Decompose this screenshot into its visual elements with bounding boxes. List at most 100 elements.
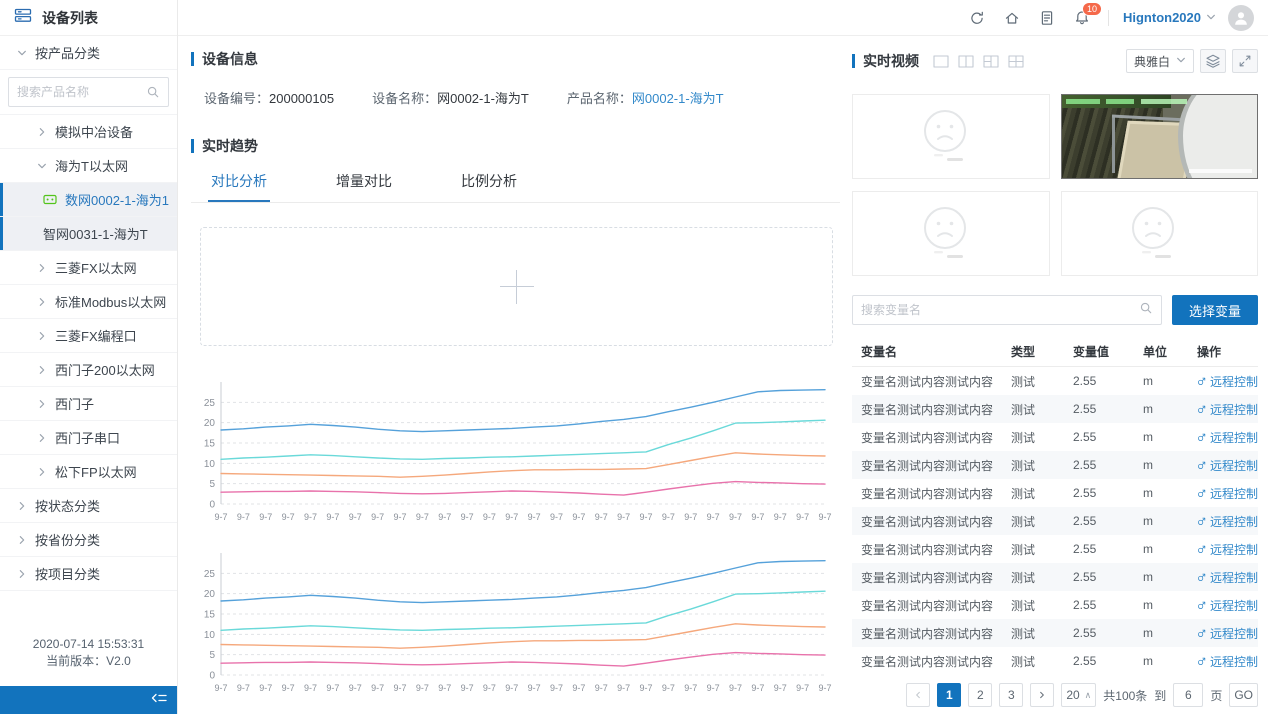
sidebar-item-海为T以太网[interactable]: 海为T以太网 <box>0 149 177 183</box>
sidebar-item-模拟中冶设备[interactable]: 模拟中冶设备 <box>0 115 177 149</box>
page-size-select[interactable]: 20∧ <box>1061 683 1096 707</box>
remote-control-link[interactable]: 远程控制 <box>1188 457 1258 474</box>
pagination-page-1[interactable]: 1 <box>937 683 961 707</box>
svg-text:9-7: 9-7 <box>282 512 295 522</box>
remote-control-icon <box>1197 571 1206 584</box>
sidebar-item-按状态分类[interactable]: 按状态分类 <box>0 489 177 523</box>
tab-增量对比[interactable]: 增量对比 <box>333 160 395 202</box>
remote-control-link[interactable]: 远程控制 <box>1188 373 1258 390</box>
trends-section-title: 实时趋势 <box>191 136 840 156</box>
svg-text:25: 25 <box>204 569 216 580</box>
remote-control-link[interactable]: 远程控制 <box>1188 485 1258 502</box>
video-slot-4[interactable] <box>1061 191 1259 276</box>
trend-chart-2: 05101520259-79-79-79-79-79-79-79-79-79-7… <box>191 547 840 704</box>
trend-chart-1: 05101520259-79-79-79-79-79-79-79-79-79-7… <box>191 376 840 533</box>
sidebar-item-按项目分类[interactable]: 按项目分类 <box>0 557 177 591</box>
device-list-icon <box>14 8 32 28</box>
product-search-input[interactable] <box>17 85 146 99</box>
variable-table: 变量名类型变量值单位操作变量名测试内容测试内容测试2.55m远程控制变量名测试内… <box>852 337 1258 675</box>
field-label: 设备名称： <box>372 91 437 106</box>
variable-search-input[interactable] <box>861 303 1139 317</box>
remote-control-link[interactable]: 远程控制 <box>1188 541 1258 558</box>
sidebar-item-label: 智网0031-1-海为T <box>43 224 148 243</box>
chevron-right-icon <box>37 365 47 375</box>
chevron-down-icon <box>1176 54 1186 68</box>
camera-osd-top-decor <box>1066 99 1187 104</box>
chevron-down-icon <box>1206 9 1216 27</box>
table-row: 变量名测试内容测试内容测试2.55m远程控制 <box>852 647 1258 675</box>
sidebar-item-按省份分类[interactable]: 按省份分类 <box>0 523 177 557</box>
sad-face-icon <box>909 108 993 166</box>
svg-text:9-7: 9-7 <box>774 512 787 522</box>
video-slot-1[interactable] <box>852 94 1050 179</box>
notification-button[interactable]: 10 <box>1074 10 1090 26</box>
svg-text:9-7: 9-7 <box>640 512 653 522</box>
video-slot-3[interactable] <box>852 191 1050 276</box>
svg-text:20: 20 <box>204 418 216 429</box>
remote-control-label: 远程控制 <box>1210 429 1258 446</box>
cell-name: 变量名测试内容测试内容 <box>852 429 1002 446</box>
remote-control-link[interactable]: 远程控制 <box>1188 513 1258 530</box>
layout-4-icon[interactable] <box>1008 55 1024 68</box>
svg-text:10: 10 <box>204 459 216 470</box>
goto-button[interactable]: GO <box>1229 683 1258 707</box>
cell-name: 变量名测试内容测试内容 <box>852 597 1002 614</box>
cell-value: 2.55 <box>1064 514 1134 528</box>
add-chart-placeholder[interactable] <box>200 227 833 346</box>
device-info-fields: 设备编号：200000105设备名称：网0002-1-海为T产品名称：网0002… <box>204 88 840 107</box>
fullscreen-button[interactable] <box>1232 49 1258 73</box>
line-chart: 05101520259-79-79-79-79-79-79-79-79-79-7… <box>191 547 839 699</box>
tab-对比分析[interactable]: 对比分析 <box>208 160 270 202</box>
home-button[interactable] <box>1004 10 1020 26</box>
layers-button[interactable] <box>1200 49 1226 73</box>
remote-control-link[interactable]: 远程控制 <box>1188 429 1258 446</box>
remote-control-link[interactable]: 远程控制 <box>1188 597 1258 614</box>
cell-name: 变量名测试内容测试内容 <box>852 457 1002 474</box>
collapse-sidebar-icon[interactable] <box>150 691 168 710</box>
layout-2-icon[interactable] <box>958 55 974 68</box>
pagination-page-2[interactable]: 2 <box>968 683 992 707</box>
sidebar-item-西门子[interactable]: 西门子 <box>0 387 177 421</box>
layout-3-icon[interactable] <box>983 55 999 68</box>
sidebar-item-按产品分类[interactable]: 按产品分类 <box>0 36 177 70</box>
video-slot-2[interactable] <box>1061 94 1259 179</box>
avatar[interactable] <box>1228 5 1254 31</box>
sidebar-item-标准Modbus以太网[interactable]: 标准Modbus以太网 <box>0 285 177 319</box>
sidebar-item-西门子200以太网[interactable]: 西门子200以太网 <box>0 353 177 387</box>
remote-control-link[interactable]: 远程控制 <box>1188 653 1258 670</box>
layout-1-icon[interactable] <box>933 55 949 68</box>
tab-比例分析[interactable]: 比例分析 <box>458 160 520 202</box>
sidebar-collapse-bar[interactable] <box>0 686 177 714</box>
cell-name: 变量名测试内容测试内容 <box>852 569 1002 586</box>
cell-type: 测试 <box>1002 513 1064 530</box>
remote-control-label: 远程控制 <box>1210 653 1258 670</box>
svg-text:9-7: 9-7 <box>796 512 809 522</box>
remote-control-label: 远程控制 <box>1210 625 1258 642</box>
pagination-prev[interactable] <box>906 683 930 707</box>
pagination-next[interactable] <box>1030 683 1054 707</box>
document-button[interactable] <box>1039 10 1055 26</box>
refresh-button[interactable] <box>969 10 985 26</box>
device-icon <box>43 193 57 206</box>
remote-control-link[interactable]: 远程控制 <box>1188 401 1258 418</box>
sidebar-item-智网0031-1-海为T[interactable]: 智网0031-1-海为T <box>0 217 177 251</box>
video-theme-select[interactable]: 典雅白 <box>1126 49 1194 73</box>
remote-control-link[interactable]: 远程控制 <box>1188 625 1258 642</box>
table-row: 变量名测试内容测试内容测试2.55m远程控制 <box>852 591 1258 619</box>
sidebar-item-松下FP以太网[interactable]: 松下FP以太网 <box>0 455 177 489</box>
sidebar-item-三菱FX以太网[interactable]: 三菱FX以太网 <box>0 251 177 285</box>
sidebar-item-数网0002-1-海为1[interactable]: 数网0002-1-海为1 <box>0 183 177 217</box>
svg-text:5: 5 <box>209 650 215 661</box>
svg-text:9-7: 9-7 <box>416 512 429 522</box>
pagination-page-3[interactable]: 3 <box>999 683 1023 707</box>
sidebar-item-西门子串口[interactable]: 西门子串口 <box>0 421 177 455</box>
remote-control-icon <box>1197 599 1206 612</box>
user-menu[interactable]: Hignton2020 <box>1123 9 1216 27</box>
goto-page-input[interactable] <box>1173 683 1203 707</box>
remote-control-link[interactable]: 远程控制 <box>1188 569 1258 586</box>
device-detail-panel: 设备信息 设备编号：200000105设备名称：网0002-1-海为T产品名称：… <box>178 36 850 714</box>
remote-control-label: 远程控制 <box>1210 513 1258 530</box>
sidebar-item-三菱FX编程口[interactable]: 三菱FX编程口 <box>0 319 177 353</box>
product-name-link[interactable]: 网0002-1-海为T <box>632 91 724 106</box>
select-variable-button[interactable]: 选择变量 <box>1172 295 1258 325</box>
